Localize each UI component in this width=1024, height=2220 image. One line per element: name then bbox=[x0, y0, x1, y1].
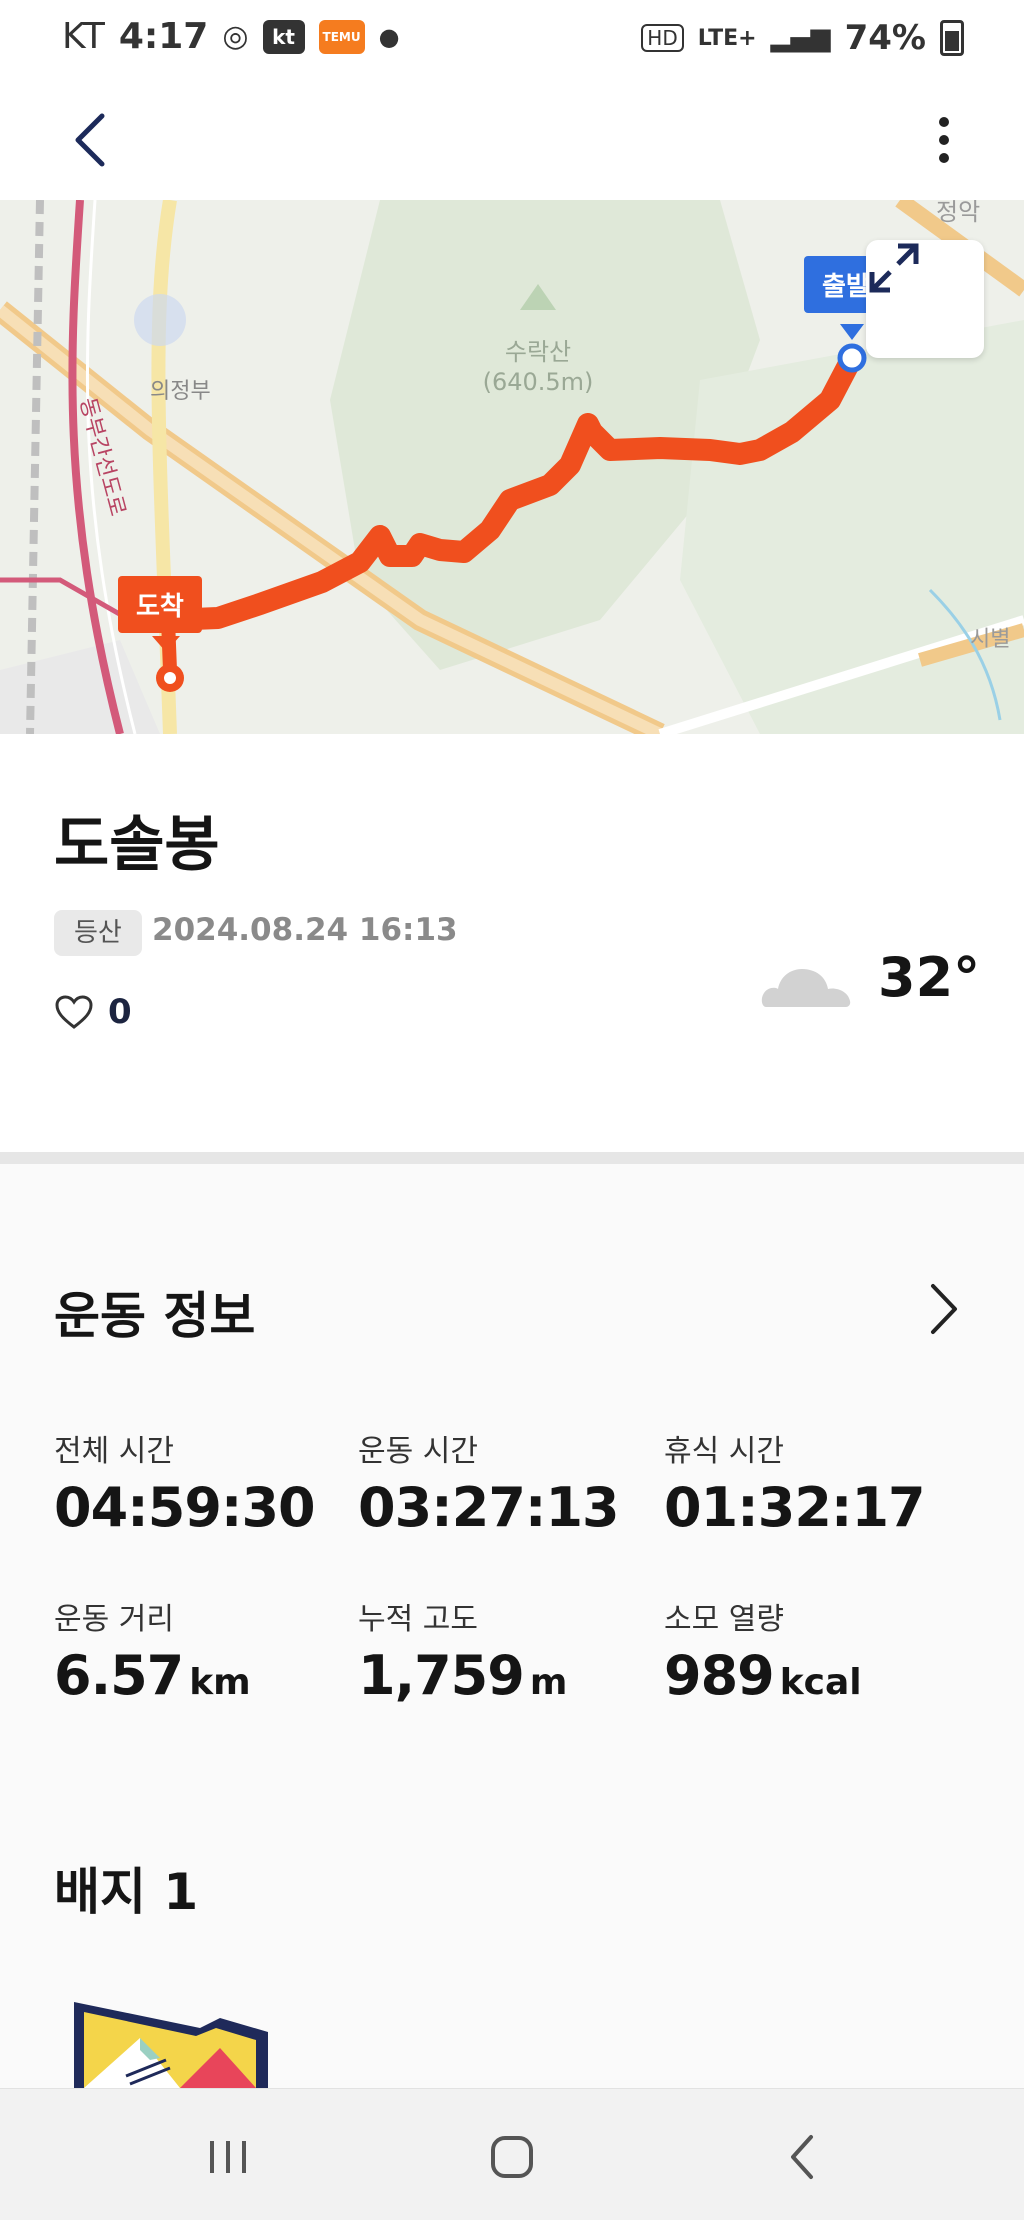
more-dot-icon bbox=[939, 153, 949, 163]
stat-unit: kcal bbox=[779, 1662, 862, 1703]
system-nav-bar bbox=[0, 2088, 1024, 2220]
start-point-marker bbox=[837, 343, 867, 373]
status-bar: KT 4:17 ◎ kt TEMU ● HD LTE+ ▂▄▆ 74% bbox=[0, 0, 1024, 80]
weather: 32° bbox=[760, 946, 980, 1009]
map-label-mountain: 수락산 bbox=[505, 338, 571, 366]
stat-elevation: 누적 고도 1,759 m bbox=[358, 1594, 658, 1707]
battery-icon bbox=[940, 20, 964, 56]
activity-datetime: 2024.08.24 16:13 bbox=[152, 912, 458, 948]
exercise-info-title: 운동 정보 bbox=[54, 1287, 256, 1345]
temperature: 32° bbox=[878, 946, 981, 1009]
map-label-right: 정악 bbox=[936, 200, 980, 226]
notification-dot-icon: ● bbox=[378, 22, 400, 51]
battery-percent: 74% bbox=[844, 18, 926, 58]
exercise-info-section: 운동 정보 전체 시간 04:59:30 운동 시간 03:27:13 휴식 시… bbox=[0, 1164, 1024, 2088]
app-bar bbox=[0, 80, 1024, 200]
sync-icon: ◎ bbox=[222, 19, 249, 54]
stat-rest-time: 휴식 시간 01:32:17 bbox=[664, 1426, 964, 1539]
stat-unit: m bbox=[529, 1662, 568, 1703]
more-options-button[interactable] bbox=[904, 100, 984, 180]
like-button[interactable]: 0 bbox=[54, 992, 132, 1032]
mountain-badge-icon bbox=[74, 2002, 268, 2088]
recent-apps-icon bbox=[210, 2141, 246, 2173]
stat-value: 1,759 m bbox=[358, 1644, 568, 1707]
clock: 4:17 bbox=[118, 16, 209, 57]
chevron-right-icon bbox=[931, 1284, 957, 1334]
route-map[interactable]: 수락산 (640.5m) 의정부 동부간선도로 정악 시별 출발 도착 bbox=[0, 200, 1024, 734]
stat-label: 휴식 시간 bbox=[664, 1434, 784, 1469]
cloud-icon bbox=[761, 968, 851, 1007]
map-label-right-bottom: 시별 bbox=[970, 627, 1010, 652]
temu-app-icon: TEMU bbox=[318, 19, 365, 54]
like-count: 0 bbox=[108, 992, 132, 1032]
activity-title: 도솔봉 bbox=[54, 810, 220, 880]
stat-label: 운동 시간 bbox=[358, 1434, 478, 1469]
stat-distance: 운동 거리 6.57 km bbox=[54, 1594, 354, 1707]
lte-indicator: LTE+ bbox=[697, 25, 757, 51]
stat-label: 전체 시간 bbox=[54, 1434, 174, 1469]
carrier-label: KT bbox=[62, 16, 105, 57]
back-button[interactable] bbox=[50, 100, 130, 180]
stat-value: 989 kcal bbox=[664, 1644, 862, 1707]
home-icon bbox=[491, 2136, 533, 2178]
stat-label: 운동 거리 bbox=[54, 1602, 174, 1637]
heart-icon bbox=[55, 995, 93, 1029]
recent-apps-button[interactable] bbox=[188, 2117, 268, 2197]
badge-item[interactable] bbox=[70, 1998, 270, 2092]
exercise-detail-button[interactable] bbox=[914, 1274, 974, 1344]
badges-title: 배지 1 bbox=[54, 1863, 199, 1921]
stat-label: 누적 고도 bbox=[358, 1602, 478, 1637]
expand-map-button[interactable] bbox=[866, 240, 984, 358]
home-button[interactable] bbox=[472, 2117, 552, 2197]
stat-value: 6.57 km bbox=[54, 1644, 251, 1707]
stat-value: 04:59:30 bbox=[54, 1476, 316, 1539]
more-dot-icon bbox=[939, 117, 949, 127]
stat-exercise-time: 운동 시간 03:27:13 bbox=[358, 1426, 658, 1539]
stat-label: 소모 열량 bbox=[664, 1602, 784, 1637]
end-label: 도착 bbox=[118, 576, 202, 633]
map-label-mountain-height: (640.5m) bbox=[483, 368, 594, 396]
more-dot-icon bbox=[939, 135, 949, 145]
stat-total-time: 전체 시간 04:59:30 bbox=[54, 1426, 354, 1539]
chevron-left-icon bbox=[75, 113, 105, 167]
signal-icon: ▂▄▆ bbox=[770, 23, 831, 53]
hd-voice-icon: HD bbox=[641, 24, 684, 52]
kt-app-icon: kt bbox=[262, 19, 305, 54]
category-badge: 등산 bbox=[54, 910, 142, 956]
activity-summary: 도솔봉 등산 2024.08.24 16:13 0 32° bbox=[0, 734, 1024, 1152]
stat-value: 03:27:13 bbox=[358, 1476, 620, 1539]
stat-calories: 소모 열량 989 kcal bbox=[664, 1594, 964, 1707]
chevron-left-icon bbox=[791, 2135, 813, 2179]
system-back-button[interactable] bbox=[762, 2117, 842, 2197]
expand-icon bbox=[869, 243, 919, 293]
stat-unit: km bbox=[189, 1662, 251, 1703]
map-label-district: 의정부 bbox=[150, 379, 211, 404]
section-divider bbox=[0, 1152, 1024, 1164]
stat-value: 01:32:17 bbox=[664, 1476, 926, 1539]
